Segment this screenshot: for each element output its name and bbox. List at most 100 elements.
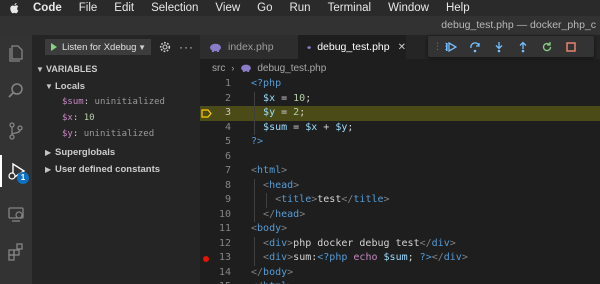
scope-label: User defined constants bbox=[55, 163, 161, 175]
code-text: <div>sum:<?php echo $sum; ?></div> bbox=[263, 252, 468, 263]
gutter[interactable]: 4 bbox=[200, 121, 233, 136]
gutter[interactable]: 7 bbox=[200, 164, 233, 179]
gutter[interactable]: 3 bbox=[200, 106, 233, 121]
restart-icon[interactable] bbox=[535, 41, 559, 53]
variable-row[interactable]: $y: uninitialized bbox=[32, 126, 154, 142]
launch-config-select[interactable]: Listen for Xdebug ▼ bbox=[45, 39, 151, 55]
window-title-bar: debug_test.php — docker_php_c bbox=[0, 16, 600, 35]
code-line[interactable]: 13 <div>sum:<?php echo $sum; ?></div> bbox=[200, 251, 600, 266]
explorer-icon[interactable] bbox=[0, 37, 32, 69]
breakpoint-icon[interactable] bbox=[203, 255, 209, 262]
breadcrumb-file[interactable]: debug_test.php bbox=[257, 63, 326, 74]
menu-run[interactable]: Run bbox=[289, 2, 310, 14]
variable-value: 10 bbox=[83, 113, 95, 123]
code-editor[interactable]: 1 <?php 2 $x = 10; 3 $y = 2; 4 $sum = $x + $… bbox=[200, 77, 600, 284]
menu-view[interactable]: View bbox=[215, 2, 240, 14]
remote-explorer-icon[interactable] bbox=[0, 198, 32, 230]
menu-file[interactable]: File bbox=[79, 2, 98, 14]
code-line[interactable]: 7 <html> bbox=[200, 164, 600, 179]
code-line[interactable]: 2 $x = 10; bbox=[200, 92, 600, 107]
code-line[interactable]: 11 <body> bbox=[200, 222, 600, 237]
code-line[interactable]: 14 </body> bbox=[200, 266, 600, 281]
line-number: 7 bbox=[224, 165, 231, 176]
variable-row[interactable]: $x: 10 bbox=[32, 110, 95, 126]
menu-terminal[interactable]: Terminal bbox=[328, 2, 371, 14]
code-line[interactable]: 6 bbox=[200, 150, 600, 165]
line-number: 11 bbox=[218, 223, 231, 234]
locals-label: Locals bbox=[55, 80, 86, 92]
gutter[interactable]: 5 bbox=[200, 135, 233, 150]
code-text: </html> bbox=[251, 280, 293, 284]
run-debug-icon[interactable]: 1 bbox=[0, 155, 32, 187]
debug-floating-toolbar: ⋮⋮ bbox=[428, 36, 594, 57]
launch-config-label: Listen for Xdebug bbox=[62, 41, 137, 53]
line-number: 2 bbox=[224, 92, 231, 104]
chevron-down-icon: ▼ bbox=[36, 64, 44, 74]
gutter[interactable]: 10 bbox=[200, 208, 233, 223]
menu-selection[interactable]: Selection bbox=[151, 2, 198, 14]
variables-title: VARIABLES bbox=[46, 64, 98, 74]
code-line[interactable]: 5 ?> bbox=[200, 135, 600, 150]
breadcrumb-folder[interactable]: src bbox=[212, 63, 225, 74]
tab-debug-test-php[interactable]: debug_test.php ✕ bbox=[298, 35, 406, 59]
code-line[interactable]: 4 $sum = $x + $y; bbox=[200, 121, 600, 136]
gutter[interactable]: 15 bbox=[200, 280, 233, 284]
step-out-icon[interactable] bbox=[511, 41, 535, 53]
code-line[interactable]: 12 <div>php docker debug test</div> bbox=[200, 237, 600, 252]
tab-index-php[interactable]: index.php bbox=[200, 35, 298, 59]
gutter[interactable]: 11 bbox=[200, 222, 233, 237]
tab-label: index.php bbox=[228, 41, 274, 53]
code-text: <div>php docker debug test</div> bbox=[263, 237, 456, 249]
gutter[interactable]: 14 bbox=[200, 266, 233, 281]
gutter[interactable]: 6 bbox=[200, 150, 233, 165]
gutter[interactable]: 8 bbox=[200, 179, 233, 194]
debug-badge: 1 bbox=[17, 172, 29, 184]
gutter[interactable]: 13 bbox=[200, 251, 233, 266]
chevron-right-icon: ▶ bbox=[45, 147, 52, 157]
code-line[interactable]: 8 <head> bbox=[200, 179, 600, 194]
close-icon[interactable]: ✕ bbox=[398, 42, 406, 53]
menu-go[interactable]: Go bbox=[257, 2, 272, 14]
code-line[interactable]: 9 <title>test</title> bbox=[200, 193, 600, 208]
start-debugging-icon[interactable] bbox=[51, 43, 57, 51]
extensions-icon[interactable] bbox=[0, 236, 32, 268]
superglobals-scope[interactable]: ▶ Superglobals bbox=[32, 144, 115, 160]
code-line[interactable]: 3 $y = 2; bbox=[200, 106, 600, 121]
php-file-icon bbox=[241, 64, 252, 72]
step-into-icon[interactable] bbox=[487, 41, 511, 53]
gear-icon[interactable] bbox=[159, 41, 171, 53]
more-actions-icon[interactable]: ··· bbox=[179, 40, 194, 54]
line-number: 13 bbox=[218, 252, 231, 263]
variables-section-header[interactable]: ▼ VARIABLES bbox=[32, 61, 97, 77]
gutter[interactable]: 1 bbox=[200, 77, 233, 92]
code-line[interactable]: 15 </html> bbox=[200, 280, 600, 284]
gutter[interactable]: 2 bbox=[200, 92, 233, 107]
menu-window[interactable]: Window bbox=[388, 2, 429, 14]
mac-menu-bar: Code File Edit Selection View Go Run Ter… bbox=[0, 0, 600, 16]
menu-code[interactable]: Code bbox=[33, 2, 62, 14]
menu-edit[interactable]: Edit bbox=[114, 2, 134, 14]
code-line[interactable]: 10 </head> bbox=[200, 208, 600, 223]
step-over-icon[interactable] bbox=[463, 41, 487, 53]
variable-row[interactable]: $sum: uninitialized bbox=[32, 94, 165, 110]
stop-icon[interactable] bbox=[559, 41, 583, 53]
line-number: 10 bbox=[218, 208, 231, 220]
continue-icon[interactable] bbox=[439, 41, 463, 53]
user-constants-scope[interactable]: ▶ User defined constants bbox=[32, 161, 160, 177]
gutter[interactable]: 12 bbox=[200, 237, 233, 252]
variable-name: $x bbox=[62, 113, 73, 123]
search-icon[interactable] bbox=[0, 75, 32, 107]
locals-scope[interactable]: ▼ Locals bbox=[32, 78, 85, 94]
tab-label: debug_test.php bbox=[317, 41, 390, 53]
indent-guide bbox=[254, 91, 255, 135]
chevron-right-icon: ▶ bbox=[45, 164, 52, 174]
source-control-icon[interactable] bbox=[0, 115, 32, 147]
apple-logo-icon[interactable] bbox=[9, 2, 21, 14]
line-number: 8 bbox=[224, 179, 231, 191]
menu-help[interactable]: Help bbox=[446, 2, 470, 14]
indent-guide bbox=[266, 193, 267, 208]
code-line[interactable]: 1 <?php bbox=[200, 77, 600, 92]
variable-value: uninitialized bbox=[83, 129, 155, 139]
variable-name: $sum bbox=[62, 97, 84, 107]
gutter[interactable]: 9 bbox=[200, 193, 233, 208]
